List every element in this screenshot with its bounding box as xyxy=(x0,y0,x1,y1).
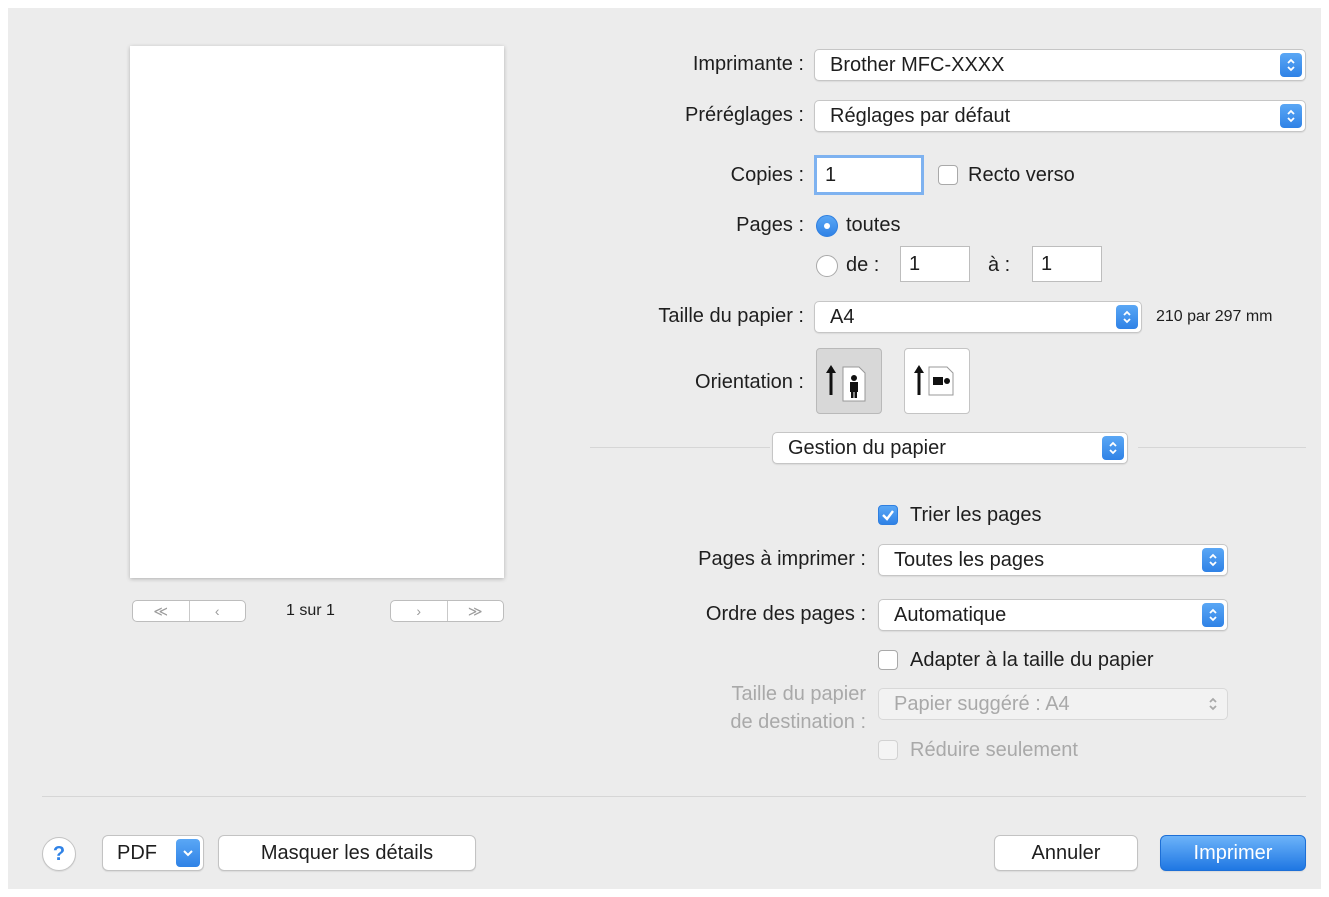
portrait-icon xyxy=(826,365,866,402)
paper-size-value: A4 xyxy=(830,306,855,328)
pdf-label: PDF xyxy=(117,842,157,864)
updown-arrows-icon xyxy=(1280,104,1302,128)
paper-dimensions: 210 par 297 mm xyxy=(1156,308,1273,325)
first-page-button[interactable]: ≪ xyxy=(133,601,189,621)
presets-value: Réglages par défaut xyxy=(830,105,1011,127)
updown-arrows-icon xyxy=(1202,603,1224,627)
printer-popup[interactable]: Brother MFC-XXXX xyxy=(814,49,1306,81)
next-page-button[interactable]: › xyxy=(391,601,447,621)
destination-paper-label-line2: de destination : xyxy=(730,711,866,733)
collate-label: Trier les pages xyxy=(910,504,1042,526)
footer-separator xyxy=(42,796,1306,797)
pages-all-label: toutes xyxy=(846,214,901,236)
previous-page-button[interactable]: ‹ xyxy=(188,601,246,621)
copies-label: Copies : xyxy=(730,164,804,186)
scale-down-only-label: Réduire seulement xyxy=(910,739,1078,761)
print-dialog: ≪ ‹ 1 sur 1 › ≫ Imprimante : Brother MFC… xyxy=(8,8,1321,889)
scale-to-fit-checkbox[interactable] xyxy=(878,650,898,670)
presets-popup[interactable]: Réglages par défaut xyxy=(814,100,1306,132)
scale-to-fit-label: Adapter à la taille du papier xyxy=(910,649,1154,671)
presets-label: Préréglages : xyxy=(685,104,804,126)
copies-input[interactable]: 1 xyxy=(814,155,924,195)
destination-paper-popup[interactable]: Papier suggéré : A4 xyxy=(878,688,1228,720)
pages-to-print-label: Pages à imprimer : xyxy=(698,548,866,570)
chevron-down-icon xyxy=(176,839,200,867)
help-button[interactable]: ? xyxy=(42,837,76,871)
section-popup[interactable]: Gestion du papier xyxy=(772,432,1128,464)
preview-nav-back-group: ≪ ‹ xyxy=(132,600,246,622)
pdf-menu-button[interactable]: PDF xyxy=(102,835,204,871)
destination-paper-label-line1: Taille du papier xyxy=(731,683,866,705)
section-separator-right xyxy=(1138,447,1306,448)
updown-arrows-icon xyxy=(1102,436,1124,460)
checkmark-icon xyxy=(882,510,894,521)
destination-paper-label: Taille du papier de destination : xyxy=(628,680,866,736)
updown-arrows-icon xyxy=(1202,548,1224,572)
duplex-checkbox[interactable] xyxy=(938,165,958,185)
cancel-button[interactable]: Annuler xyxy=(994,835,1138,871)
paper-size-popup[interactable]: A4 xyxy=(814,301,1142,333)
page-order-popup[interactable]: Automatique xyxy=(878,599,1228,631)
hide-details-button[interactable]: Masquer les détails xyxy=(218,835,476,871)
updown-arrows-icon xyxy=(1280,53,1302,77)
page-indicator: 1 sur 1 xyxy=(286,602,335,619)
page-preview xyxy=(130,46,504,578)
printer-value: Brother MFC-XXXX xyxy=(830,54,1005,76)
destination-paper-value: Papier suggéré : A4 xyxy=(894,693,1070,715)
portrait-orientation-button[interactable] xyxy=(816,348,882,414)
collate-checkbox[interactable] xyxy=(878,505,898,525)
print-button[interactable]: Imprimer xyxy=(1160,835,1306,871)
pages-all-radio[interactable] xyxy=(816,215,838,237)
pages-to-print-popup[interactable]: Toutes les pages xyxy=(878,544,1228,576)
landscape-orientation-button[interactable] xyxy=(904,348,970,414)
landscape-icon xyxy=(914,365,954,396)
updown-arrows-icon xyxy=(1202,692,1224,716)
section-separator-left xyxy=(590,447,770,448)
pages-to-label: à : xyxy=(988,254,1011,276)
updown-arrows-icon xyxy=(1116,305,1138,329)
page-order-value: Automatique xyxy=(894,604,1007,626)
pages-range-radio[interactable] xyxy=(816,255,838,277)
pages-from-label: de : xyxy=(846,254,880,276)
preview-nav-forward-group: › ≫ xyxy=(390,600,504,622)
orientation-label: Orientation : xyxy=(695,371,804,393)
printer-label: Imprimante : xyxy=(692,53,804,75)
page-order-label: Ordre des pages : xyxy=(705,603,866,625)
scale-down-only-checkbox[interactable] xyxy=(878,740,898,760)
pages-to-print-value: Toutes les pages xyxy=(894,549,1045,571)
last-page-button[interactable]: ≫ xyxy=(446,601,504,621)
duplex-label: Recto verso xyxy=(968,164,1075,186)
pages-label: Pages : xyxy=(736,214,804,236)
section-popup-value: Gestion du papier xyxy=(788,437,946,459)
pages-to-input[interactable]: 1 xyxy=(1032,246,1102,282)
paper-size-label: Taille du papier : xyxy=(658,305,804,327)
pages-from-input[interactable]: 1 xyxy=(900,246,970,282)
